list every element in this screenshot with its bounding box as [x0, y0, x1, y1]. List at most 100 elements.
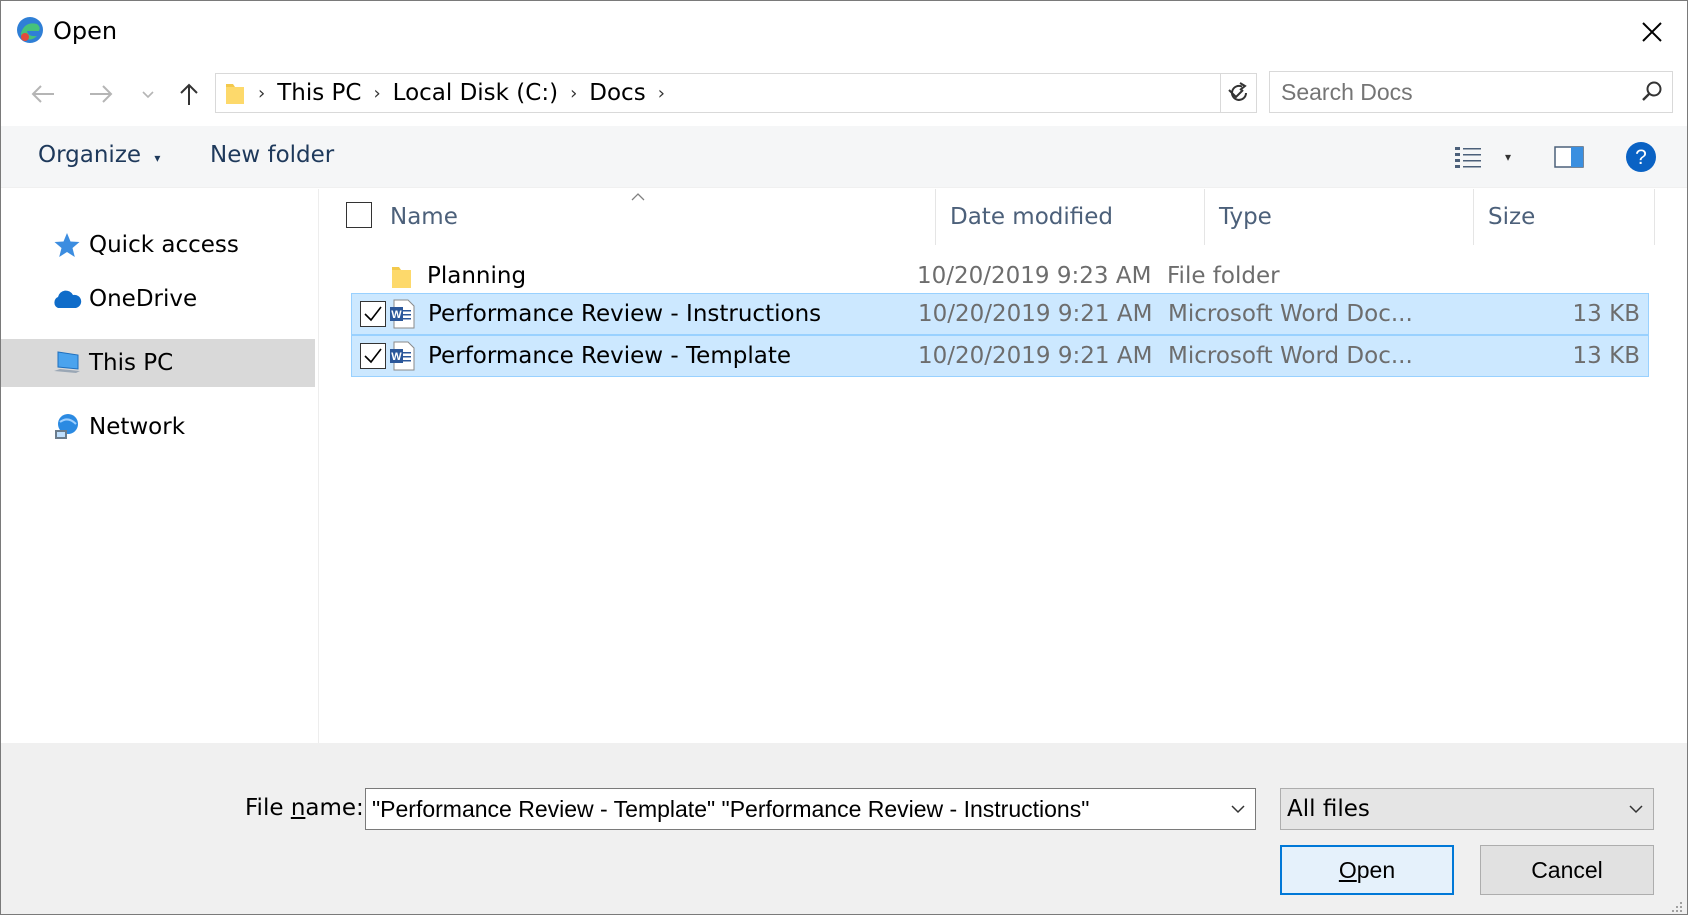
nav-item-label: OneDrive — [89, 286, 198, 312]
caret-down-icon: ▾ — [1504, 150, 1512, 164]
checkmark-icon — [364, 348, 382, 364]
chevron-down-icon — [1629, 805, 1643, 814]
view-options-dropdown[interactable]: ▾ — [1497, 140, 1519, 174]
back-button[interactable] — [27, 77, 59, 111]
breadcrumb-docs[interactable]: Docs — [583, 80, 651, 106]
file-name-input[interactable] — [366, 795, 1221, 823]
chevron-down-icon — [142, 91, 154, 99]
new-folder-button[interactable]: New folder — [210, 142, 334, 168]
title-bar: Open — [1, 1, 1687, 63]
close-button[interactable] — [1617, 1, 1687, 63]
column-type[interactable]: Type — [1205, 189, 1473, 245]
select-all-checkbox[interactable] — [346, 202, 372, 228]
file-name-dropdown[interactable] — [1221, 789, 1255, 829]
column-header-row: Name Date modified Type Size — [320, 189, 1687, 245]
column-name[interactable]: Name — [376, 189, 854, 245]
file-row-planning[interactable]: Planning 10/20/2019 9:23 AM File folder — [351, 255, 1649, 297]
cancel-button[interactable]: Cancel — [1480, 845, 1654, 895]
column-date-modified[interactable]: Date modified — [936, 189, 1204, 245]
breadcrumb-local-disk[interactable]: Local Disk (C:) — [387, 80, 564, 106]
nav-item-this-pc[interactable]: This PC — [1, 339, 315, 387]
organize-button[interactable]: Organize ▾ — [38, 142, 160, 168]
folder-icon — [226, 84, 244, 104]
star-icon — [51, 229, 83, 261]
file-type: Microsoft Word Doc... — [1168, 301, 1413, 327]
word-doc-icon: W — [388, 299, 416, 329]
window-title: Open — [53, 17, 118, 45]
file-name: Performance Review - Template — [428, 343, 791, 369]
breadcrumb-separator-icon[interactable]: › — [564, 83, 583, 104]
refresh-button[interactable] — [1220, 73, 1257, 113]
button-label: pen — [1356, 856, 1396, 883]
accelerator-key: O — [1338, 856, 1357, 883]
accelerator-key: n — [290, 795, 306, 821]
chevron-down-icon — [1231, 805, 1245, 814]
arrow-right-icon — [90, 85, 113, 103]
open-button[interactable]: Open — [1280, 845, 1454, 895]
svg-text:?: ? — [1635, 146, 1647, 169]
file-name-label: File name: — [245, 795, 364, 821]
column-divider[interactable] — [1654, 189, 1655, 245]
row-checkbox-checked[interactable] — [360, 301, 386, 327]
navigation-pane: Quick access OneDrive This PC Network — [1, 189, 319, 743]
svg-text:W: W — [391, 309, 402, 321]
nav-item-label: Quick access — [89, 232, 239, 258]
file-type: File folder — [1167, 263, 1280, 289]
arrow-left-icon — [31, 85, 54, 103]
breadcrumb: › This PC › Local Disk (C:) › Docs › — [216, 74, 1216, 112]
preview-pane-button[interactable] — [1551, 140, 1587, 174]
column-size[interactable]: Size — [1474, 189, 1654, 245]
file-name-combobox[interactable] — [365, 788, 1256, 830]
details-view-icon — [1455, 147, 1481, 168]
forward-button[interactable] — [85, 77, 117, 111]
arrow-up-icon — [180, 83, 198, 105]
edge-app-icon — [15, 15, 45, 45]
nav-item-label: Network — [89, 414, 186, 440]
filter-value: All files — [1287, 796, 1370, 822]
file-name: Performance Review - Instructions — [428, 301, 822, 327]
svg-text:W: W — [391, 351, 402, 363]
resize-grip-icon[interactable] — [1669, 898, 1683, 912]
file-type-filter-select[interactable]: All files — [1280, 788, 1654, 830]
filter-dropdown[interactable] — [1619, 789, 1653, 829]
nav-item-onedrive[interactable]: OneDrive — [1, 275, 315, 323]
file-size: 13 KB — [1572, 301, 1640, 327]
label-part: ame: — [305, 795, 364, 821]
nav-item-network[interactable]: Network — [1, 403, 315, 451]
folder-icon — [387, 261, 415, 291]
file-date: 10/20/2019 9:21 AM — [918, 301, 1153, 327]
breadcrumb-separator-icon[interactable]: › — [652, 83, 671, 104]
preview-pane-icon — [1554, 146, 1584, 168]
file-type: Microsoft Word Doc... — [1168, 343, 1413, 369]
search-box[interactable] — [1269, 71, 1673, 113]
file-row-performance-review-instructions[interactable]: W Performance Review - Instructions 10/2… — [351, 293, 1649, 335]
breadcrumb-separator-icon[interactable]: › — [252, 83, 271, 104]
checkmark-icon — [364, 306, 382, 322]
search-icon[interactable] — [1632, 72, 1672, 112]
command-bar: Organize ▾ New folder ▾ ? — [1, 126, 1687, 188]
open-dialog: Open › This PC › Local Disk (C:) › Docs … — [0, 0, 1688, 915]
row-checkbox-checked[interactable] — [360, 343, 386, 369]
label-part: File — [245, 795, 291, 821]
file-date: 10/20/2019 9:23 AM — [917, 263, 1152, 289]
bottom-panel: File name: All files Open Cancel — [1, 743, 1687, 914]
change-view-button[interactable] — [1451, 140, 1485, 174]
file-row-performance-review-template[interactable]: W Performance Review - Template 10/20/20… — [351, 335, 1649, 377]
breadcrumb-separator-icon[interactable]: › — [367, 83, 386, 104]
recent-locations-button[interactable] — [137, 77, 159, 111]
help-icon: ? — [1626, 142, 1656, 172]
nav-item-quick-access[interactable]: Quick access — [1, 221, 315, 269]
address-bar[interactable]: › This PC › Local Disk (C:) › Docs › — [215, 73, 1257, 113]
file-date: 10/20/2019 9:21 AM — [918, 343, 1153, 369]
file-list: Name Date modified Type Size Planning 10… — [320, 189, 1687, 743]
caret-down-icon: ▾ — [154, 151, 161, 165]
file-name: Planning — [427, 263, 527, 289]
cloud-icon — [51, 283, 83, 315]
breadcrumb-this-pc[interactable]: This PC — [271, 80, 367, 106]
search-input[interactable] — [1281, 78, 1632, 106]
nav-item-label: This PC — [89, 350, 174, 376]
up-button[interactable] — [175, 77, 203, 111]
help-button[interactable]: ? — [1623, 140, 1659, 174]
network-icon — [51, 411, 83, 443]
computer-icon — [51, 347, 83, 379]
